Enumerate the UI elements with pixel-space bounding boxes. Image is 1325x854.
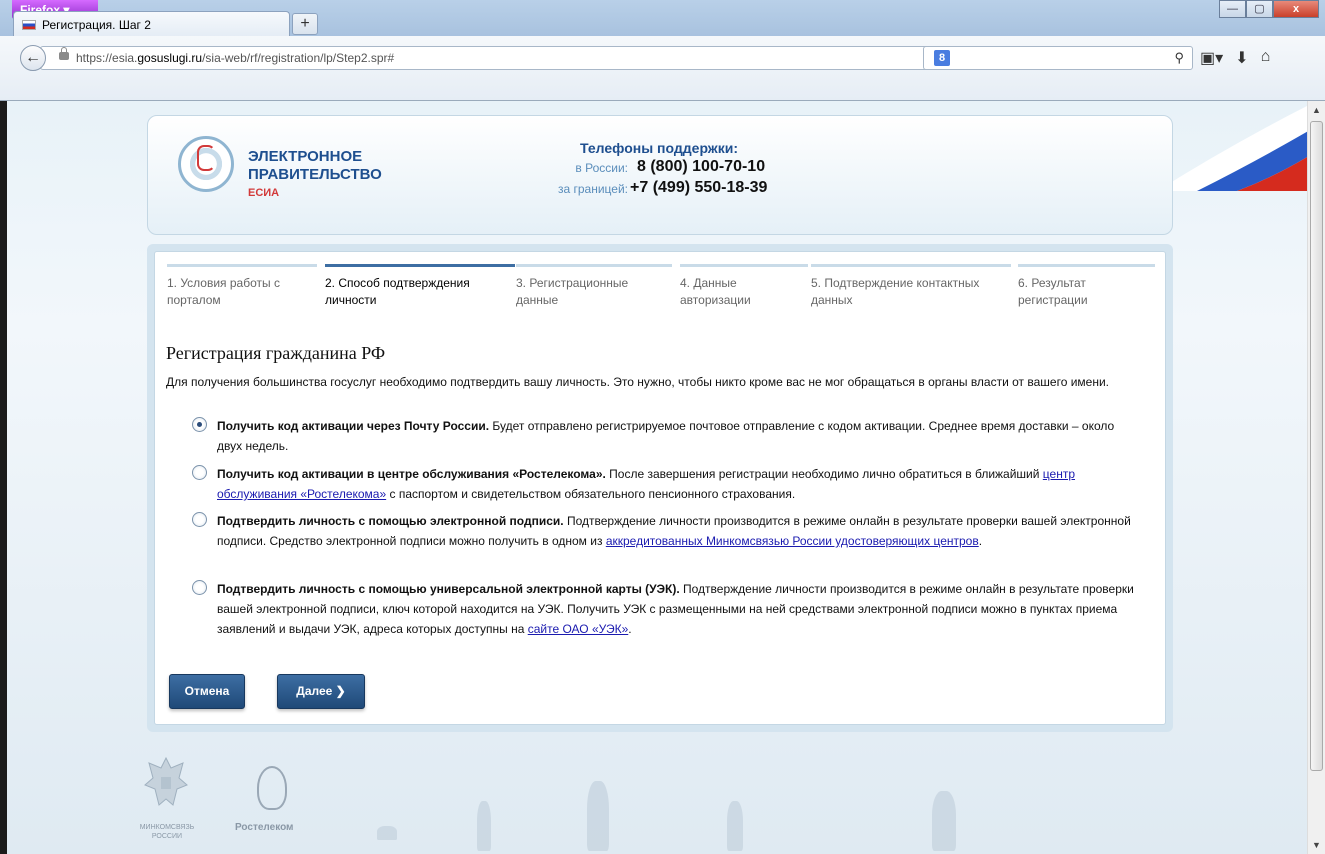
download-icon[interactable]: ⬇ <box>1235 48 1248 68</box>
decorative-silhouette <box>727 801 743 851</box>
search-icon[interactable]: ⚲ <box>1174 50 1184 66</box>
step-6: 6. Результат регистрации <box>1018 264 1155 309</box>
option-e-signature-text: Подтвердить личность с помощью электронн… <box>217 514 1131 548</box>
radio-rostelecom[interactable] <box>192 465 207 480</box>
toolbar-icons: ▣▾ ⬇ ⌂ <box>1200 48 1270 68</box>
new-tab-button[interactable]: + <box>292 13 318 35</box>
step-5: 5. Подтверждение контактных данных <box>811 264 1011 309</box>
step-1: 1. Условия работы с порталом <box>167 264 317 309</box>
option-post-text: Получить код активации через Почту Росси… <box>217 419 1115 453</box>
logo-line-1: ЭЛЕКТРОННОЕ <box>248 148 363 165</box>
scroll-up-icon[interactable]: ▲ <box>1312 105 1321 115</box>
abroad-phone-number: +7 (499) 550-18-39 <box>630 179 768 196</box>
tab-title: Регистрация. Шаг 2 <box>42 18 151 32</box>
esia-logo-icon[interactable] <box>178 136 234 192</box>
scroll-down-icon[interactable]: ▼ <box>1312 840 1321 850</box>
step-2: 2. Способ подтверждения личности <box>325 264 515 309</box>
site-header: ЭЛЕКТРОННОЕ ПРАВИТЕЛЬСТВО ЕСИА Телефоны … <box>147 115 1173 235</box>
option-uec-text: Подтвердить личность с помощью универсал… <box>217 582 1134 636</box>
decorative-silhouette <box>932 791 956 851</box>
phones-title: Телефоны поддержки: <box>580 140 739 156</box>
decorative-silhouette <box>377 826 397 840</box>
registration-card: 1. Условия работы с порталом 2. Способ п… <box>154 251 1166 725</box>
registration-card-wrapper: 1. Условия работы с порталом 2. Способ п… <box>147 244 1173 732</box>
page-title: Регистрация гражданина РФ <box>166 343 386 363</box>
logo-line-3: ЕСИА <box>248 187 280 199</box>
decorative-silhouette <box>587 781 609 851</box>
lock-icon <box>59 47 69 60</box>
ministry-label: МИНКОМСВЯЗЬ РОССИИ <box>139 824 195 840</box>
abroad-phone-label: за границей: <box>557 182 628 196</box>
russia-phone-label: в России: <box>575 161 628 175</box>
url-bar[interactable]: https://esia.gosuslugi.ru/sia-web/rf/reg… <box>40 46 980 70</box>
logo-line-2: ПРАВИТЕЛЬСТВО <box>248 166 382 183</box>
uec-site-link[interactable]: сайте ОАО «УЭК» <box>528 622 629 636</box>
cancel-button[interactable]: Отмена <box>169 674 245 709</box>
next-button[interactable]: Далее ❯ <box>277 674 365 709</box>
option-rostelecom-text: Получить код активации в центре обслужив… <box>217 467 1076 501</box>
maximize-button[interactable]: ▢ <box>1246 0 1273 18</box>
rostelecom-logo-icon <box>257 766 287 810</box>
intro-text: Для получения большинства госуслуг необх… <box>166 375 1109 389</box>
accredited-centers-link[interactable]: аккредитованных Минкомсвязью России удос… <box>606 534 979 548</box>
step-4: 4. Данные авторизации <box>680 264 808 309</box>
back-button[interactable]: ← <box>20 45 46 71</box>
vertical-scrollbar[interactable]: ▲ ▼ <box>1307 101 1325 854</box>
radio-e-signature[interactable] <box>192 512 207 527</box>
page-viewport: ЭЛЕКТРОННОЕ ПРАВИТЕЛЬСТВО ЕСИА Телефоны … <box>7 101 1307 854</box>
url-text: https://esia.gosuslugi.ru/sia-web/rf/reg… <box>76 51 395 65</box>
minimize-button[interactable]: — <box>1219 0 1246 18</box>
home-icon[interactable]: ⌂ <box>1261 48 1271 68</box>
close-button[interactable]: x <box>1273 0 1319 18</box>
decorative-silhouette <box>477 801 491 851</box>
window-titlebar: Firefox ▾ — ▢ x Регистрация. Шаг 2 + <box>0 0 1325 37</box>
rostelecom-label: Ростелеком <box>235 822 294 833</box>
radio-uec[interactable] <box>192 580 207 595</box>
russia-phone-number: 8 (800) 100-70-10 <box>637 158 766 175</box>
scrollbar-thumb[interactable] <box>1310 121 1323 771</box>
google-icon: 8 <box>934 50 950 66</box>
search-bar[interactable]: 8 ⚲ <box>923 46 1193 70</box>
bookmarks-icon[interactable]: ▣▾ <box>1200 48 1223 68</box>
browser-tab[interactable]: Регистрация. Шаг 2 <box>13 11 290 37</box>
step-3: 3. Регистрационные данные <box>516 264 672 309</box>
coat-of-arms-icon <box>144 756 188 806</box>
radio-post[interactable] <box>192 417 207 432</box>
window-controls: — ▢ x <box>1219 0 1319 20</box>
navigation-toolbar: https://esia.gosuslugi.ru/sia-web/rf/reg… <box>0 36 1325 101</box>
russia-flag-icon <box>22 20 36 30</box>
